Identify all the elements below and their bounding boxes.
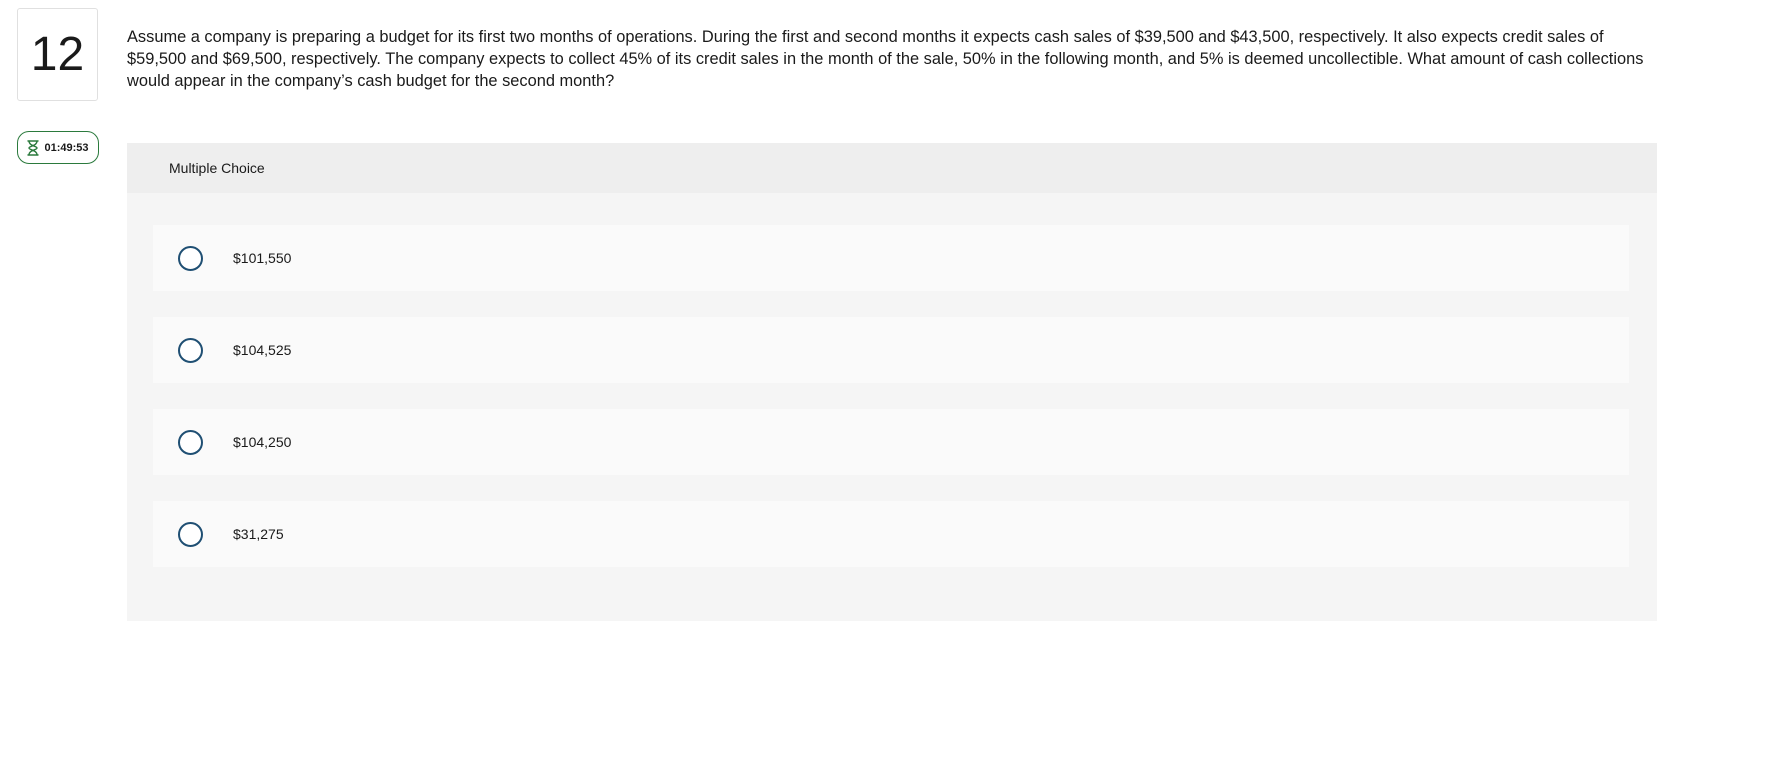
- multiple-choice-header: Multiple Choice: [127, 143, 1657, 193]
- timer-value: 01:49:53: [44, 141, 89, 154]
- choice-label: $31,275: [233, 526, 284, 542]
- choice-label: $104,525: [233, 342, 292, 358]
- timer-button[interactable]: 01:49:53: [17, 131, 99, 164]
- hourglass-icon: [27, 139, 40, 156]
- choice-option-4[interactable]: $31,275: [153, 501, 1629, 567]
- choice-option-1[interactable]: $101,550: [153, 225, 1629, 291]
- radio-button[interactable]: [178, 337, 203, 363]
- choice-label: $101,550: [233, 250, 292, 266]
- radio-button[interactable]: [178, 521, 203, 547]
- choice-option-3[interactable]: $104,250: [153, 409, 1629, 475]
- multiple-choice-panel: Multiple Choice $101,550 $104,525 $104,2…: [127, 143, 1657, 621]
- question-page: 12 Assume a company is preparing a budge…: [0, 0, 1772, 777]
- choice-label: $104,250: [233, 434, 292, 450]
- radio-button[interactable]: [178, 245, 203, 271]
- radio-button[interactable]: [178, 429, 203, 455]
- question-number: 12: [17, 8, 98, 101]
- question-text: Assume a company is preparing a budget f…: [127, 28, 1644, 90]
- choice-option-2[interactable]: $104,525: [153, 317, 1629, 383]
